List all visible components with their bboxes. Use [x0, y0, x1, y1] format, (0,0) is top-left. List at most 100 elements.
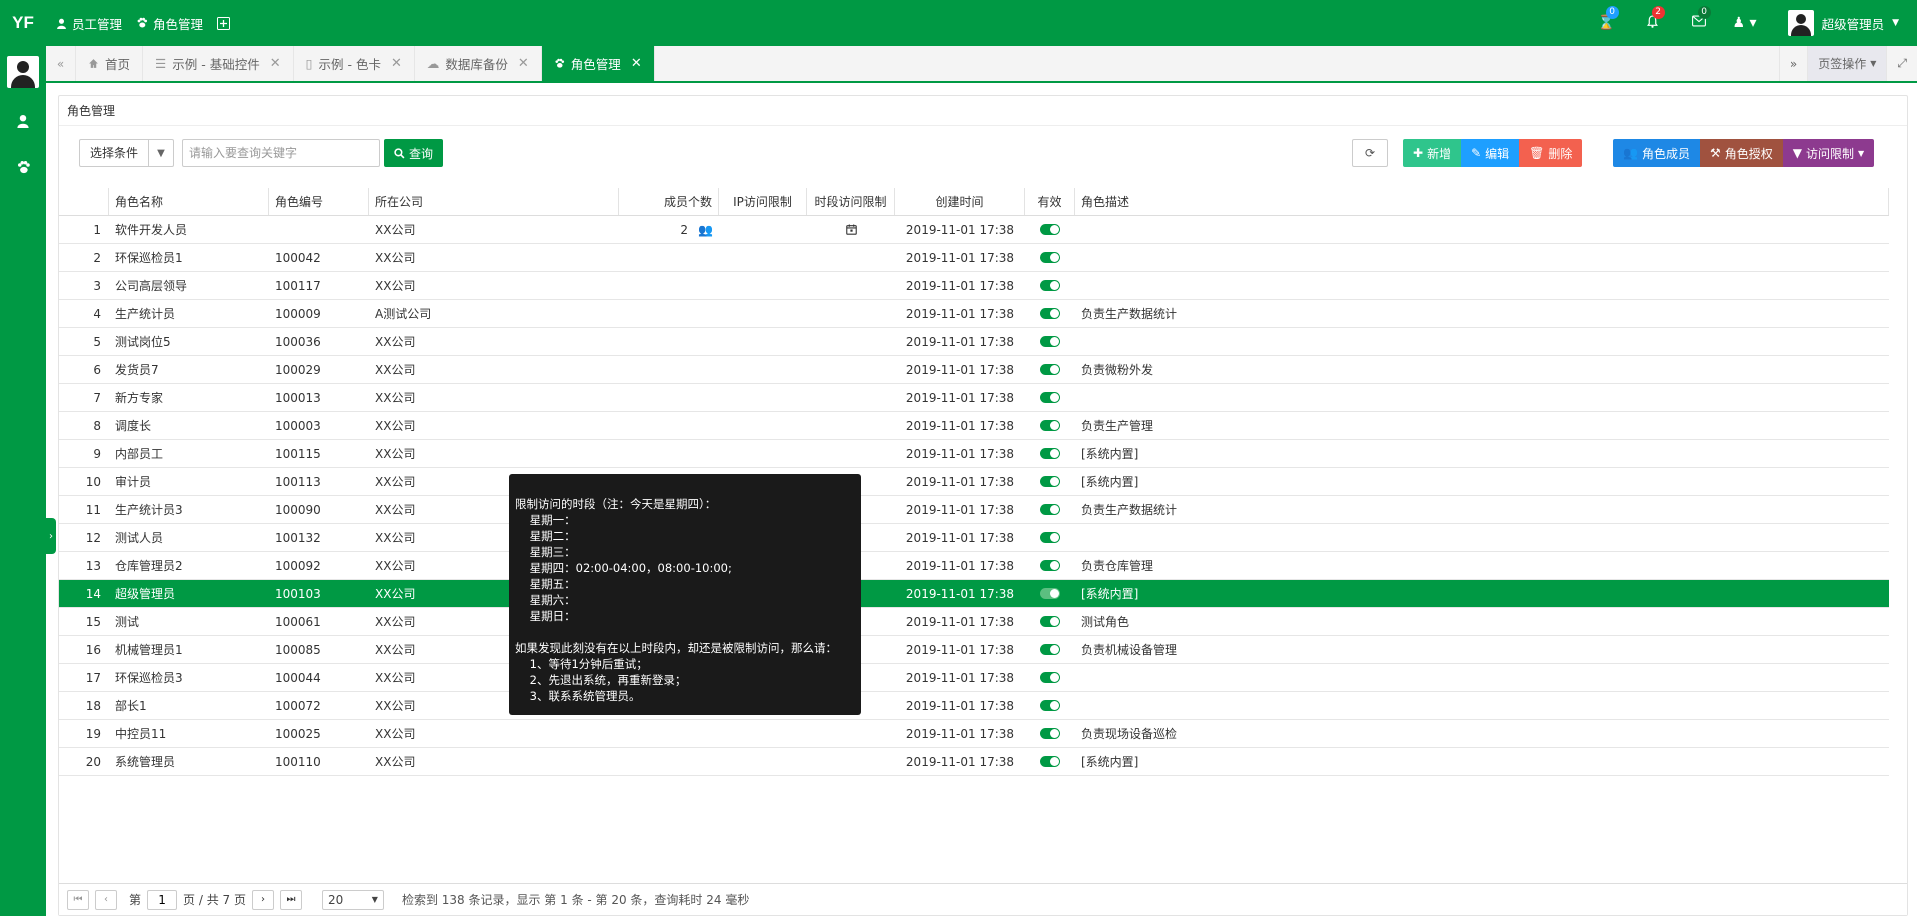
role-name: 生产统计员3	[115, 503, 183, 517]
valid-toggle[interactable]	[1040, 504, 1060, 515]
header-time-limit[interactable]: 时段访问限制	[807, 188, 895, 215]
created-time: 2019-11-01 17:38	[905, 446, 1015, 461]
table-row[interactable]: 10 审计员 100113 XX公司 2019-11-01 17:38 [系统内…	[59, 468, 1889, 496]
valid-toggle[interactable]	[1040, 476, 1060, 487]
header-valid[interactable]: 有效	[1025, 188, 1075, 215]
table-row[interactable]: 11 生产统计员3 100090 XX公司 2019-11-01 17:38 负…	[59, 496, 1889, 524]
page-ops-dropdown[interactable]: 页签操作 ▼	[1807, 46, 1887, 81]
first-page-button[interactable]: ⏮	[67, 889, 89, 910]
last-page-button[interactable]: ⏭	[279, 889, 302, 910]
condition-select[interactable]: 选择条件 ▼	[79, 139, 175, 167]
close-icon[interactable]: ✕	[631, 56, 642, 71]
notifications-button[interactable]: 2	[1630, 5, 1676, 32]
valid-toggle[interactable]	[1040, 616, 1060, 627]
query-button[interactable]: 查询	[384, 139, 444, 167]
tab-home[interactable]: 首页	[76, 46, 144, 81]
valid-toggle[interactable]	[1040, 224, 1060, 235]
delete-button[interactable]: 🗑 删除	[1519, 139, 1583, 167]
close-icon[interactable]: ✕	[391, 56, 402, 71]
table-row[interactable]: 16 机械管理员1 100085 XX公司 2019-11-01 17:38 负…	[59, 636, 1889, 664]
table-row[interactable]: 20 系统管理员 100110 XX公司 2019-11-01 17:38 [系…	[59, 748, 1889, 776]
tab-role-management[interactable]: 角色管理 ✕	[541, 46, 655, 81]
refresh-button[interactable]: ⟳	[1352, 139, 1388, 167]
valid-toggle[interactable]	[1040, 392, 1060, 403]
search-input[interactable]	[182, 139, 380, 167]
delete-label: 删除	[1548, 146, 1573, 161]
table-row[interactable]: 8 调度长 100003 XX公司 2019-11-01 17:38 负责生产管…	[59, 412, 1889, 440]
edit-button[interactable]: ✎ 编辑	[1461, 139, 1520, 167]
table-row[interactable]: 19 中控员11 100025 XX公司 2019-11-01 17:38 负责…	[59, 720, 1889, 748]
table-row[interactable]: 14 超级管理员 100103 XX公司 2019-11-01 17:38 [系…	[59, 580, 1889, 608]
access-limit-dropdown[interactable]: ▼ 访问限制 ▼	[1782, 139, 1875, 167]
valid-toggle[interactable]	[1040, 672, 1060, 683]
valid-toggle[interactable]	[1040, 728, 1060, 739]
table-row[interactable]: 6 发货员7 100029 XX公司 2019-11-01 17:38 负责微粉…	[59, 356, 1889, 384]
header-created[interactable]: 创建时间	[895, 188, 1025, 215]
tab-db-backup[interactable]: ☁ 数据库备份 ✕	[415, 46, 542, 81]
header-company[interactable]: 所在公司	[369, 188, 619, 215]
header-description[interactable]: 角色描述	[1075, 188, 1889, 215]
tab-color-card[interactable]: ▯ 示例 - 色卡 ✕	[294, 46, 415, 81]
sidebar-avatar[interactable]	[7, 56, 39, 88]
valid-toggle[interactable]	[1040, 336, 1060, 347]
caret-down-icon: ▼	[371, 895, 378, 904]
add-nav-button[interactable]	[217, 16, 231, 30]
table-row[interactable]: 1 软件开发人员 XX公司 2 👥 2019-11-01 17:38	[59, 216, 1889, 244]
table-row[interactable]: 2 环保巡检员1 100042 XX公司 2019-11-01 17:38	[59, 244, 1889, 272]
valid-toggle[interactable]	[1040, 420, 1060, 431]
header-role-name[interactable]: 角色名称	[109, 188, 269, 215]
close-icon[interactable]: ✕	[270, 56, 281, 71]
messages-button[interactable]: 0	[1676, 6, 1722, 31]
table-row[interactable]: 12 测试人员 100132 XX公司 2019-11-01 17:38	[59, 524, 1889, 552]
calendar-icon[interactable]	[845, 224, 857, 235]
caret-down-icon[interactable]: ▼	[149, 140, 173, 166]
tabs-scroll-right[interactable]: »	[1778, 46, 1807, 81]
header-ip-limit[interactable]: IP访问限制	[719, 188, 807, 215]
user-menu-button[interactable]: ♟ ▾	[1722, 15, 1768, 31]
table-row[interactable]: 18 部长1 100072 XX公司 2019-11-01 17:38	[59, 692, 1889, 720]
role-description: 负责仓库管理	[1081, 559, 1154, 573]
valid-toggle[interactable]	[1040, 756, 1060, 767]
valid-toggle[interactable]	[1040, 364, 1060, 375]
role-authorize-button[interactable]: ⚒ 角色授权	[1699, 139, 1783, 167]
table-row[interactable]: 9 内部员工 100115 XX公司 2019-11-01 17:38 [系统内…	[59, 440, 1889, 468]
table-row[interactable]: 3 公司高层领导 100117 XX公司 2019-11-01 17:38	[59, 272, 1889, 300]
valid-toggle[interactable]	[1040, 588, 1060, 599]
users-icon[interactable]: 👥	[698, 223, 713, 237]
header-member-count[interactable]: 成员个数	[619, 188, 719, 215]
valid-toggle[interactable]	[1040, 644, 1060, 655]
table-row[interactable]: 17 环保巡检员3 100044 XX公司 2019-11-01 17:38	[59, 664, 1889, 692]
app-logo[interactable]: YF	[0, 13, 46, 33]
table-row[interactable]: 15 测试 100061 XX公司 2019-11-01 17:38 测试角色	[59, 608, 1889, 636]
tab-basic-controls[interactable]: ☰ 示例 - 基础控件 ✕	[143, 46, 294, 81]
header-role-code[interactable]: 角色编号	[269, 188, 369, 215]
page-size-select[interactable]: 20 ▼	[321, 889, 384, 910]
page-number-input[interactable]	[147, 889, 178, 910]
table-row[interactable]: 4 生产统计员 100009 A测试公司 2019-11-01 17:38 负责…	[59, 300, 1889, 328]
close-icon[interactable]: ✕	[518, 56, 529, 71]
add-button[interactable]: ✚ 新增	[1403, 139, 1462, 167]
fullscreen-button[interactable]: ⤢	[1886, 46, 1917, 81]
prev-page-button[interactable]: ‹	[95, 889, 117, 910]
valid-toggle-cell	[1025, 552, 1075, 579]
valid-toggle[interactable]	[1040, 560, 1060, 571]
valid-toggle[interactable]	[1040, 700, 1060, 711]
tabs-scroll-left[interactable]: «	[46, 46, 76, 81]
valid-toggle[interactable]	[1040, 252, 1060, 263]
valid-toggle[interactable]	[1040, 280, 1060, 291]
nav-role-management[interactable]: 角色管理	[136, 14, 203, 33]
valid-toggle[interactable]	[1040, 448, 1060, 459]
valid-toggle[interactable]	[1040, 532, 1060, 543]
current-user[interactable]: 超级管理员 ▼	[1768, 10, 1917, 36]
next-page-button[interactable]: ›	[251, 889, 274, 910]
valid-toggle[interactable]	[1040, 308, 1060, 319]
role-members-button[interactable]: 👥 角色成员	[1613, 139, 1700, 167]
table-row[interactable]: 5 测试岗位5 100036 XX公司 2019-11-01 17:38	[59, 328, 1889, 356]
sidebar-expand-toggle[interactable]: ›	[46, 518, 56, 554]
nav-employee-management[interactable]: 员工管理	[56, 14, 122, 33]
sidebar-item-users[interactable]	[0, 98, 46, 144]
sidebar-item-roles[interactable]	[0, 144, 46, 190]
table-row[interactable]: 13 仓库管理员2 100092 XX公司 2019-11-01 17:38 负…	[59, 552, 1889, 580]
table-row[interactable]: 7 新方专家 100013 XX公司 2019-11-01 17:38	[59, 384, 1889, 412]
hourglass-button[interactable]: ⌛ 0	[1584, 6, 1630, 31]
